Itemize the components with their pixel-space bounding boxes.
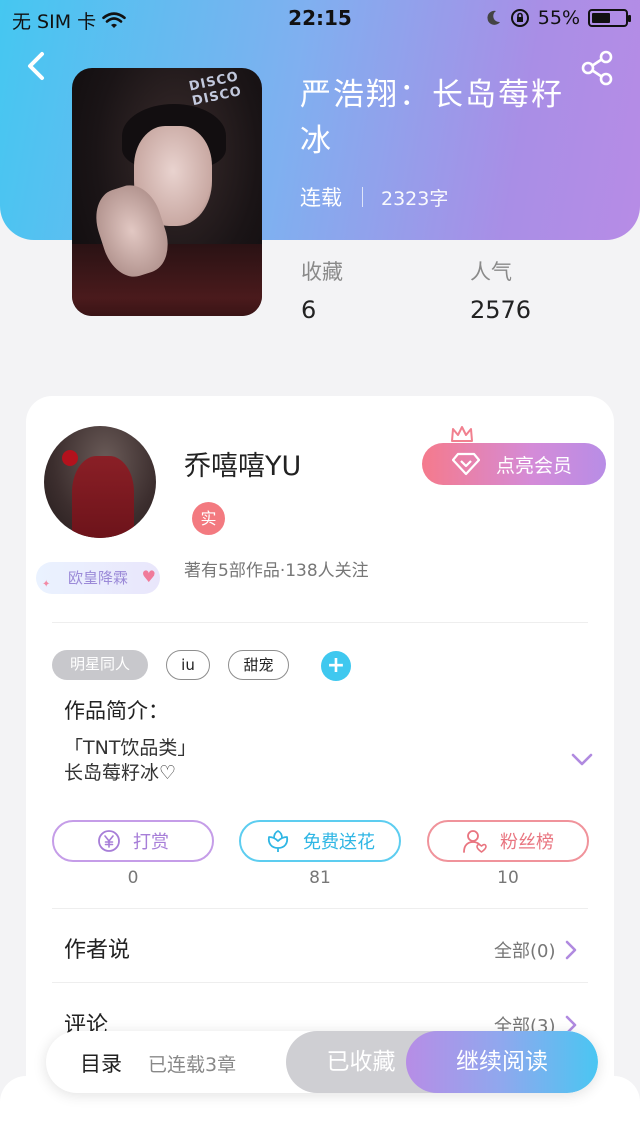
battery-percent: 55% — [537, 7, 580, 29]
vip-button-label: 点亮会员 — [496, 454, 573, 477]
send-flower-label: 免费送花 — [303, 832, 375, 853]
verified-badge: 实 — [192, 502, 225, 535]
book-title: 严浩翔：长岛莓籽冰 — [300, 77, 564, 159]
rotation-lock-icon — [510, 9, 529, 27]
flower-count: 81 — [309, 868, 331, 888]
back-icon[interactable] — [20, 46, 54, 86]
author-avatar[interactable] — [44, 426, 156, 538]
fan-ranking-label: 粉丝榜 — [500, 832, 554, 853]
flower-icon — [267, 829, 289, 852]
tag-item[interactable]: 甜宠 — [228, 650, 289, 680]
fan-person-icon — [463, 830, 487, 853]
reward-button[interactable]: 打赏 — [52, 820, 214, 862]
author-stats: 著有5部作品·138人关注 — [184, 561, 369, 581]
popularity-value: 2576 — [470, 296, 532, 324]
diamond-icon — [452, 452, 480, 476]
fan-count: 10 — [497, 868, 519, 888]
word-count: 2323字 — [381, 187, 449, 210]
favorites-value: 6 — [301, 296, 317, 324]
book-cover[interactable]: DISCO DISCO — [72, 68, 262, 316]
favorites-label: 收藏 — [301, 260, 343, 284]
status-bar: 无 SIM 卡 22:15 55% — [0, 0, 640, 38]
add-tag-button[interactable]: + — [321, 651, 351, 681]
bottom-action-bar: 目录 已连载3章 已收藏 继续阅读 — [46, 1031, 598, 1093]
reward-count: 0 — [127, 868, 139, 888]
author-title-badge: ✦ 欧皇降霖 ♥ — [36, 562, 160, 594]
fan-ranking-button[interactable]: 粉丝榜 — [427, 820, 589, 862]
send-flower-button[interactable]: 免费送花 — [239, 820, 401, 862]
chevron-down-icon[interactable] — [570, 752, 594, 768]
popularity-stat: 人气 2576 — [470, 256, 531, 324]
favorites-stat: 收藏 6 — [301, 256, 343, 324]
yen-coin-icon — [98, 830, 120, 852]
heart-icon: ♥ — [141, 567, 156, 586]
crown-icon — [451, 426, 473, 442]
intro-text: 「TNT饮品类」 长岛莓籽冰♡ — [64, 737, 197, 784]
divider — [52, 908, 588, 909]
battery-icon — [588, 9, 631, 27]
cover-neon-sign: DISCO DISCO — [187, 69, 244, 110]
intro-label: 作品简介： — [64, 699, 169, 723]
author-title-badge-label: 欧皇降霖 — [67, 569, 128, 587]
meta-divider — [362, 187, 363, 207]
moon-icon — [487, 10, 500, 25]
toc-button[interactable]: 目录 — [80, 1048, 122, 1078]
tag-item[interactable]: 明星同人 — [52, 650, 148, 680]
divider — [52, 622, 588, 623]
divider — [52, 982, 588, 983]
chevron-right-icon — [565, 940, 576, 960]
author-name[interactable]: 乔嘻嘻YU — [184, 444, 301, 483]
author-says-title: 作者说 — [64, 938, 131, 963]
tag-item[interactable]: iu — [166, 650, 210, 680]
star-icon: ✦ — [42, 579, 51, 590]
author-says-more[interactable]: 全部(0) — [494, 937, 578, 963]
reward-label: 打赏 — [133, 832, 169, 853]
book-status: 连载 — [300, 186, 342, 210]
popularity-label: 人气 — [470, 260, 512, 284]
vip-button[interactable]: 点亮会员 — [422, 443, 606, 485]
author-says-more-label: 全部(0) — [494, 941, 556, 962]
continue-reading-button[interactable]: 继续阅读 — [406, 1031, 598, 1093]
book-meta: 连载 2323字 — [300, 182, 448, 212]
chapter-count[interactable]: 已连载3章 — [148, 1050, 236, 1077]
